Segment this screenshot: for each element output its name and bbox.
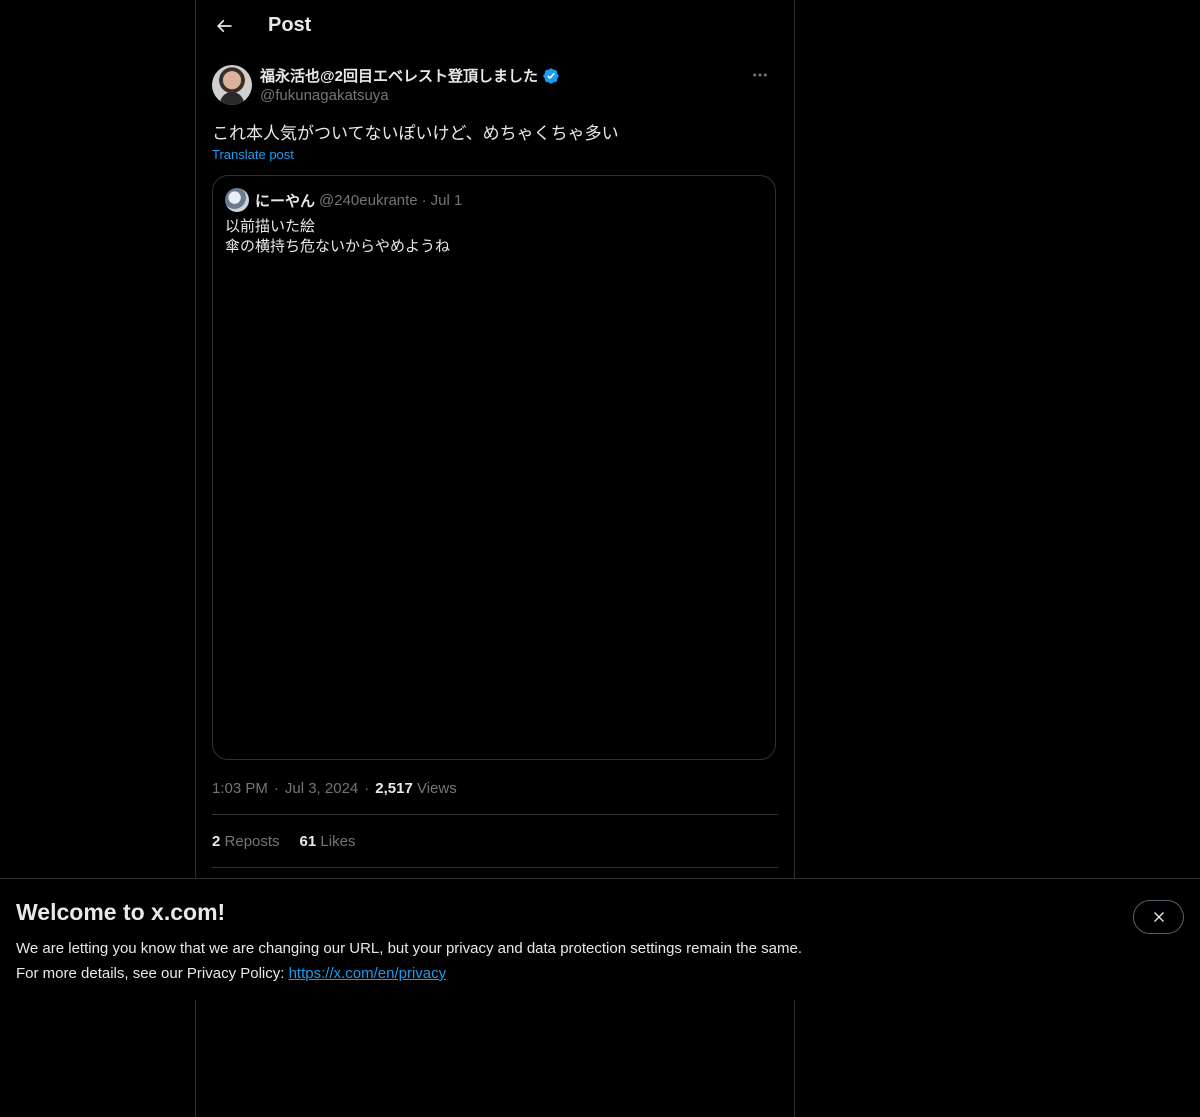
more-options-button[interactable] — [742, 64, 778, 86]
post-text: これ本人気がついてないぽいけど、めちゃくちゃ多い — [212, 124, 619, 143]
banner-line: For more details, see our Privacy Policy… — [16, 961, 802, 986]
top-bar: Post — [196, 0, 794, 53]
author-name-row: 福永活也@2回目エベレスト登頂しました — [260, 65, 560, 86]
quoted-separator: · — [421, 191, 427, 209]
welcome-banner: Welcome to x.com! We are letting you kno… — [0, 878, 1200, 1000]
reposts-label: Reposts — [224, 833, 280, 850]
privacy-policy-link[interactable]: https://x.com/en/privacy — [289, 965, 447, 982]
post-author: 福永活也@2回目エベレスト登頂しました @fukunagakatsuya — [212, 64, 778, 108]
more-horizontal-icon — [753, 73, 767, 77]
quoted-text-line: 傘の横持ち危ないからやめようね — [225, 238, 451, 255]
page-title: Post — [268, 14, 312, 36]
post-timestamp: 1:03 PM · Jul 3, 2024 · 2,517 Views — [212, 780, 457, 797]
likes-stat[interactable]: 61 Likes — [300, 833, 356, 850]
quoted-avatar — [225, 188, 249, 212]
arrow-left-icon — [216, 19, 232, 33]
divider — [212, 867, 778, 868]
quoted-post[interactable]: にーやん @240eukrante · Jul 1 以前描いた絵 傘の横持ち危な… — [212, 175, 776, 760]
likes-count: 61 — [299, 833, 317, 850]
reposts-stat[interactable]: 2 Reposts — [212, 833, 280, 850]
banner-title: Welcome to x.com! — [16, 899, 226, 925]
quoted-post-text: 以前描いた絵 傘の横持ち危ないからやめようね — [225, 217, 450, 257]
quoted-display-name: にーやん — [255, 192, 316, 210]
reposts-count: 2 — [212, 833, 221, 850]
divider — [212, 814, 778, 815]
back-button[interactable] — [206, 8, 242, 44]
banner-text: We are letting you know that we are chan… — [16, 936, 802, 986]
views-count: 2,517 — [375, 780, 413, 797]
quoted-post-header: にーやん @240eukrante · Jul 1 — [225, 188, 462, 212]
likes-label: Likes — [320, 833, 356, 850]
verified-badge-icon — [543, 67, 559, 84]
quoted-handle: @240eukrante — [319, 191, 418, 209]
quoted-date: Jul 1 — [430, 191, 463, 209]
banner-line: We are letting you know that we are chan… — [16, 940, 802, 957]
post-date[interactable]: Jul 3, 2024 — [285, 780, 358, 797]
engagement-stats: 2 Reposts 61 Likes — [212, 833, 355, 850]
banner-line-prefix: For more details, see our Privacy Policy… — [16, 965, 289, 982]
author-display-name[interactable]: 福永活也@2回目エベレスト登頂しました — [260, 65, 538, 86]
quoted-text-line: 以前描いた絵 — [225, 218, 316, 235]
translate-post-link[interactable]: Translate post — [212, 147, 294, 162]
dot-separator: · — [273, 780, 279, 797]
views-label: Views — [416, 780, 457, 797]
close-icon — [1153, 912, 1164, 922]
author-handle[interactable]: @fukunagakatsuya — [260, 87, 389, 104]
close-banner-button[interactable] — [1133, 900, 1184, 934]
avatar[interactable] — [212, 65, 252, 105]
dot-separator: · — [364, 780, 370, 797]
post-time[interactable]: 1:03 PM — [212, 780, 268, 797]
views-stat: 2,517 Views — [375, 780, 456, 797]
